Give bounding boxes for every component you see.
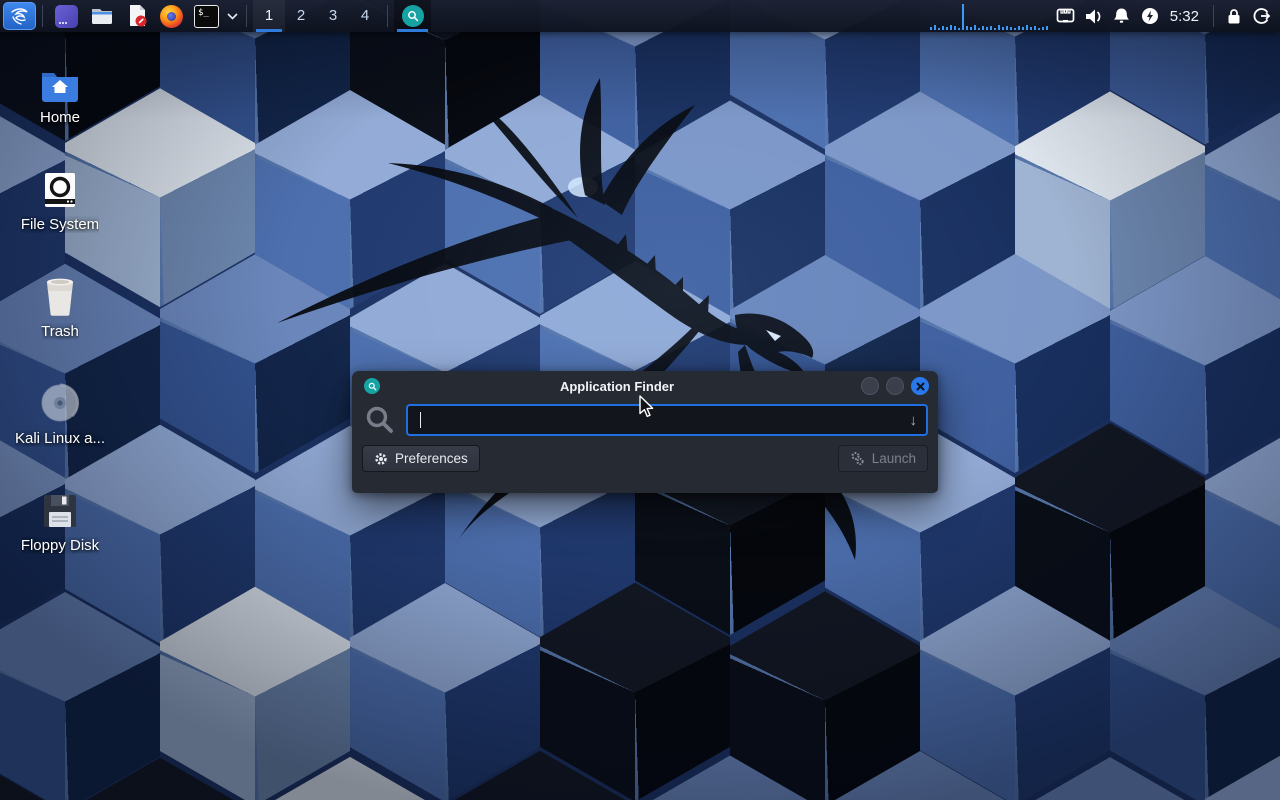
kali-logo-icon — [9, 5, 31, 27]
desktop-icon-file-system[interactable]: File System — [12, 163, 108, 270]
volume-tray-button[interactable] — [1080, 0, 1108, 32]
desktop-icon-label: Home — [40, 109, 80, 126]
logout-button[interactable] — [1248, 0, 1276, 32]
notifications-tray-button[interactable] — [1108, 0, 1136, 32]
clock[interactable]: 5:32 — [1170, 8, 1199, 25]
power-battery-icon — [1141, 7, 1159, 25]
close-icon — [916, 382, 925, 391]
launcher-dropdown[interactable] — [224, 0, 240, 32]
network-tray-button[interactable] — [1052, 0, 1080, 32]
terminal-icon: $_ — [194, 5, 219, 28]
gears-icon — [850, 451, 865, 466]
desktop-icon-trash[interactable]: Trash — [12, 270, 108, 377]
cd-disc-icon — [40, 383, 80, 423]
home-icon — [40, 68, 80, 102]
desktop-icon-label: Kali Linux a... — [15, 430, 105, 447]
button-row: Preferences Launch — [352, 436, 938, 472]
preferences-label: Preferences — [395, 451, 468, 466]
desktop-icon-label: Floppy Disk — [21, 537, 99, 554]
floppy-disk-icon — [41, 492, 79, 530]
trash-icon — [42, 276, 78, 316]
qterminal-icon — [55, 5, 78, 28]
launcher-firefox[interactable] — [154, 0, 189, 32]
lock-icon — [1226, 8, 1242, 25]
workspace-4[interactable]: 4 — [349, 0, 381, 32]
file-system-icon — [41, 171, 79, 209]
cpu-graph[interactable] — [928, 0, 1052, 32]
workspace-4-label: 4 — [361, 7, 369, 24]
chevron-down-icon — [227, 13, 238, 20]
desktop-icon-home[interactable]: Home — [12, 56, 108, 163]
app-finder-panel-button[interactable] — [394, 0, 431, 32]
top-panel: $_ 1 2 3 4 — [0, 0, 1280, 32]
window-icon — [364, 378, 380, 394]
workspace-2-label: 2 — [297, 7, 305, 24]
desktop: $_ 1 2 3 4 — [0, 0, 1280, 800]
workspace-1-label: 1 — [265, 7, 273, 24]
desktop-icon-list: Home File System Trash — [12, 56, 108, 591]
search-row: ↓ — [352, 401, 938, 436]
system-tray: 5:32 — [928, 0, 1280, 32]
preferences-button[interactable]: Preferences — [362, 445, 480, 472]
workspace-3-label: 3 — [329, 7, 337, 24]
desktop-icon-label: File System — [21, 216, 99, 233]
volume-icon — [1084, 8, 1103, 25]
firefox-icon — [160, 5, 183, 28]
close-button[interactable] — [911, 377, 929, 395]
file-manager-icon — [90, 5, 114, 27]
text-caret — [420, 412, 421, 428]
dropdown-arrow-icon[interactable]: ↓ — [910, 413, 918, 428]
network-wired-icon — [1056, 8, 1075, 24]
launcher-qterminal[interactable] — [49, 0, 84, 32]
search-field-frame: ↓ — [406, 404, 928, 436]
desktop-icon-label: Trash — [41, 323, 79, 340]
desktop-icon-floppy[interactable]: Floppy Disk — [12, 484, 108, 591]
application-finder-window: Application Finder ↓ — [352, 371, 938, 493]
lock-screen-button[interactable] — [1220, 0, 1248, 32]
logout-icon — [1253, 7, 1271, 25]
minimize-button[interactable] — [861, 377, 879, 395]
terminal-badge-text: $_ — [198, 8, 209, 18]
window-title: Application Finder — [380, 379, 854, 394]
gear-icon — [374, 452, 388, 466]
workspace-3[interactable]: 3 — [317, 0, 349, 32]
text-editor-icon — [126, 4, 148, 28]
search-icon — [364, 404, 396, 436]
launcher-text-editor[interactable] — [119, 0, 154, 32]
maximize-button[interactable] — [886, 377, 904, 395]
desktop-icon-kali-cd[interactable]: Kali Linux a... — [12, 377, 108, 484]
launcher-file-manager[interactable] — [84, 0, 119, 32]
kali-menu-button[interactable] — [3, 2, 36, 30]
launcher-terminal[interactable]: $_ — [189, 0, 224, 32]
launch-button[interactable]: Launch — [838, 445, 928, 472]
panel-separator — [387, 5, 388, 27]
app-finder-icon — [402, 5, 424, 27]
workspace-1[interactable]: 1 — [253, 0, 285, 32]
power-manager-tray-button[interactable] — [1136, 0, 1164, 32]
titlebar[interactable]: Application Finder — [352, 371, 938, 401]
search-input[interactable] — [408, 406, 926, 434]
workspace-2[interactable]: 2 — [285, 0, 317, 32]
panel-separator — [246, 5, 247, 27]
panel-separator — [1213, 5, 1214, 27]
bell-icon — [1113, 7, 1130, 25]
panel-separator — [42, 5, 43, 27]
launch-label: Launch — [872, 451, 916, 466]
